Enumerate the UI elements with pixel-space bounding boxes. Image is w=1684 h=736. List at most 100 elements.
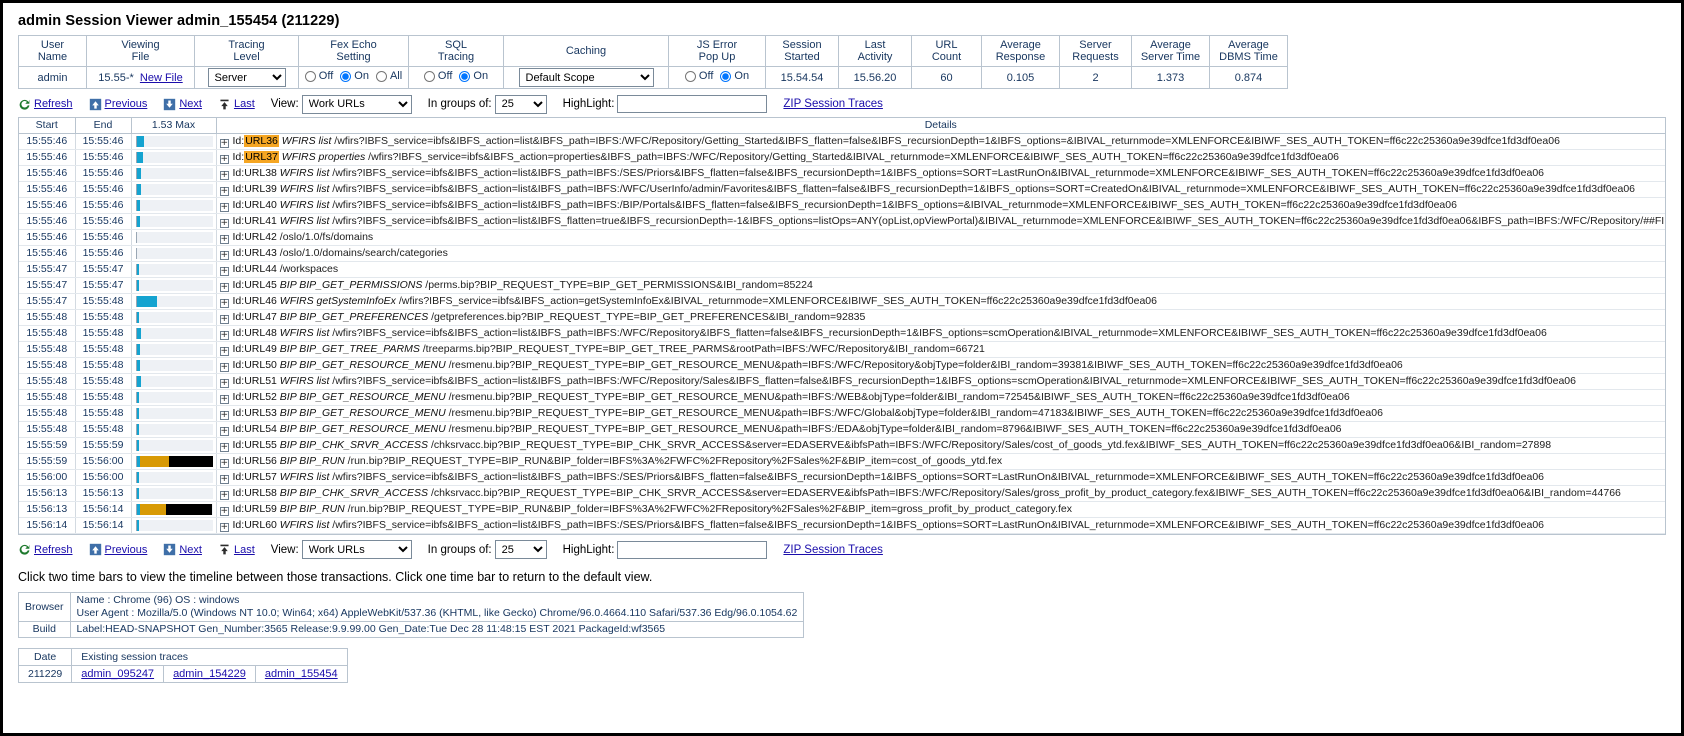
time-bar-track[interactable] — [135, 359, 213, 371]
table-row[interactable]: 15:56:14 15:56:14 + Id:URL60 WFIRS list /wf… — [19, 517, 1665, 534]
cell-time-bar[interactable] — [131, 181, 217, 198]
time-bar-segment-cyan[interactable] — [136, 151, 143, 163]
expand-plus-icon[interactable]: + — [219, 459, 229, 468]
expand-plus-icon[interactable]: + — [219, 363, 229, 372]
table-row[interactable]: 15:55:46 15:55:46 + Id:URL39 WFIRS list /wf… — [19, 181, 1665, 198]
table-row[interactable]: 15:55:46 15:55:46 + Id:URL42 /oslo/1.0/fs/d… — [19, 229, 1665, 246]
table-row[interactable]: 15:56:13 15:56:14 + Id:URL59 BIP BIP_RUN /r… — [19, 501, 1665, 518]
cell-time-bar[interactable] — [131, 325, 217, 342]
zip-session-traces-link[interactable]: ZIP Session Traces — [783, 98, 883, 110]
js-error-radio-group[interactable]: Off On — [684, 70, 749, 82]
table-row[interactable]: 15:55:46 15:55:46 + Id:URL36 WFIRS list /wf… — [19, 133, 1665, 150]
cell-time-bar[interactable] — [131, 485, 217, 502]
time-bar-track[interactable] — [135, 343, 213, 355]
new-file-link[interactable]: New File — [140, 72, 183, 84]
cell-time-bar[interactable] — [131, 277, 217, 294]
expand-plus-icon[interactable]: + — [219, 203, 229, 212]
js-error-off[interactable]: Off — [684, 70, 713, 82]
cell-time-bar[interactable] — [131, 213, 217, 230]
expand-plus-icon[interactable]: + — [219, 315, 229, 324]
time-bar-segment-orange[interactable] — [140, 455, 170, 467]
expand-plus-icon[interactable]: + — [219, 251, 229, 260]
time-bar-track[interactable] — [135, 311, 213, 323]
time-bar-segment-cyan[interactable] — [136, 295, 157, 307]
previous-link[interactable]: Previous — [105, 98, 148, 110]
time-bar-segment-cyan[interactable] — [136, 263, 139, 275]
time-bar-track[interactable] — [135, 247, 213, 259]
time-bar-track[interactable] — [135, 183, 213, 195]
expand-plus-icon[interactable]: + — [219, 523, 229, 532]
expand-plus-icon[interactable]: + — [219, 379, 229, 388]
table-row[interactable]: 15:55:47 15:55:48 + Id:URL46 WFIRS getSyste… — [19, 293, 1665, 310]
expand-plus-icon[interactable]: + — [219, 187, 229, 196]
groups-select-bottom[interactable]: 25 — [494, 540, 547, 559]
time-bar-segment-cyan[interactable] — [136, 199, 140, 211]
time-bar-segment-cyan[interactable] — [136, 215, 140, 227]
sql-tracing-on[interactable]: On — [459, 70, 488, 82]
previous-button-bottom[interactable]: Previous — [89, 543, 148, 556]
cell-time-bar[interactable] — [131, 421, 217, 438]
table-row[interactable]: 15:55:46 15:55:46 + Id:URL40 WFIRS list /wf… — [19, 197, 1665, 214]
fex-echo-off-radio[interactable] — [304, 70, 316, 82]
expand-plus-icon[interactable]: + — [219, 347, 229, 356]
caching-select[interactable]: Default Scope — [518, 68, 654, 87]
time-bar-track[interactable] — [135, 519, 213, 531]
time-bar-segment-cyan[interactable] — [136, 375, 141, 387]
time-bar-track[interactable] — [135, 375, 213, 387]
next-link-bottom[interactable]: Next — [179, 544, 202, 556]
expand-plus-icon[interactable]: + — [219, 507, 229, 516]
js-error-off-radio[interactable] — [684, 70, 696, 82]
expand-plus-icon[interactable]: + — [219, 299, 229, 308]
cell-time-bar[interactable] — [131, 373, 217, 390]
cell-time-bar[interactable] — [131, 469, 217, 486]
next-button-bottom[interactable]: Next — [163, 543, 202, 556]
last-button[interactable]: Last — [218, 98, 255, 111]
cell-time-bar[interactable] — [131, 165, 217, 182]
time-bar-track[interactable] — [135, 487, 213, 499]
cell-time-bar[interactable] — [131, 405, 217, 422]
expand-plus-icon[interactable]: + — [219, 283, 229, 292]
zip-session-traces-control-bottom[interactable]: ZIP Session Traces — [783, 544, 883, 556]
js-error-on[interactable]: On — [720, 70, 749, 82]
time-bar-segment-cyan[interactable] — [136, 439, 139, 451]
trace-link[interactable]: admin_095247 — [81, 668, 154, 680]
fex-echo-radio-group[interactable]: Off On All — [304, 70, 402, 82]
time-bar-track[interactable] — [135, 199, 213, 211]
expand-plus-icon[interactable]: + — [219, 171, 229, 180]
time-bar-segment-cyan[interactable] — [136, 519, 139, 531]
time-bar-segment-cyan[interactable] — [136, 343, 140, 355]
cell-time-bar[interactable] — [131, 245, 217, 262]
time-bar-track[interactable] — [135, 471, 213, 483]
previous-link-bottom[interactable]: Previous — [105, 544, 148, 556]
cell-time-bar[interactable] — [131, 453, 217, 470]
time-bar-track[interactable] — [135, 295, 213, 307]
refresh-link-bottom[interactable]: Refresh — [34, 544, 73, 556]
fex-echo-on[interactable]: On — [340, 70, 369, 82]
cell-time-bar[interactable] — [131, 517, 217, 534]
table-row[interactable]: 15:55:48 15:55:48 + Id:URL47 BIP BIP_GET_PR… — [19, 309, 1665, 326]
groups-select[interactable]: 25 — [494, 94, 547, 114]
cell-time-bar[interactable] — [131, 133, 217, 150]
expand-plus-icon[interactable]: + — [219, 155, 229, 164]
cell-time-bar[interactable] — [131, 389, 217, 406]
sql-tracing-on-radio[interactable] — [459, 70, 471, 82]
time-bar-track[interactable] — [135, 167, 213, 179]
table-row[interactable]: 15:55:59 15:56:00 + Id:URL56 BIP BIP_RUN /r… — [19, 453, 1665, 470]
trace-link[interactable]: admin_154229 — [173, 668, 246, 680]
time-bar-segment-cyan[interactable] — [136, 487, 139, 499]
trace-link-cell[interactable]: admin_155454 — [254, 664, 348, 683]
time-bar-track[interactable] — [135, 503, 213, 515]
time-bar-segment-cyan[interactable] — [136, 311, 139, 323]
table-row[interactable]: 15:55:48 15:55:48 + Id:URL52 BIP BIP_GET_RE… — [19, 389, 1665, 406]
next-button[interactable]: Next — [163, 98, 202, 111]
fex-echo-off[interactable]: Off — [304, 70, 333, 82]
last-button-bottom[interactable]: Last — [218, 543, 255, 556]
refresh-button-bottom[interactable]: Refresh — [18, 543, 73, 556]
table-row[interactable]: 15:55:48 15:55:48 + Id:URL50 BIP BIP_GET_RE… — [19, 357, 1665, 374]
js-error-on-radio[interactable] — [720, 70, 732, 82]
time-bar-track[interactable] — [135, 455, 213, 467]
cell-time-bar[interactable] — [131, 501, 217, 518]
last-link[interactable]: Last — [234, 98, 255, 110]
cell-time-bar[interactable] — [131, 293, 217, 310]
cell-time-bar[interactable] — [131, 197, 217, 214]
